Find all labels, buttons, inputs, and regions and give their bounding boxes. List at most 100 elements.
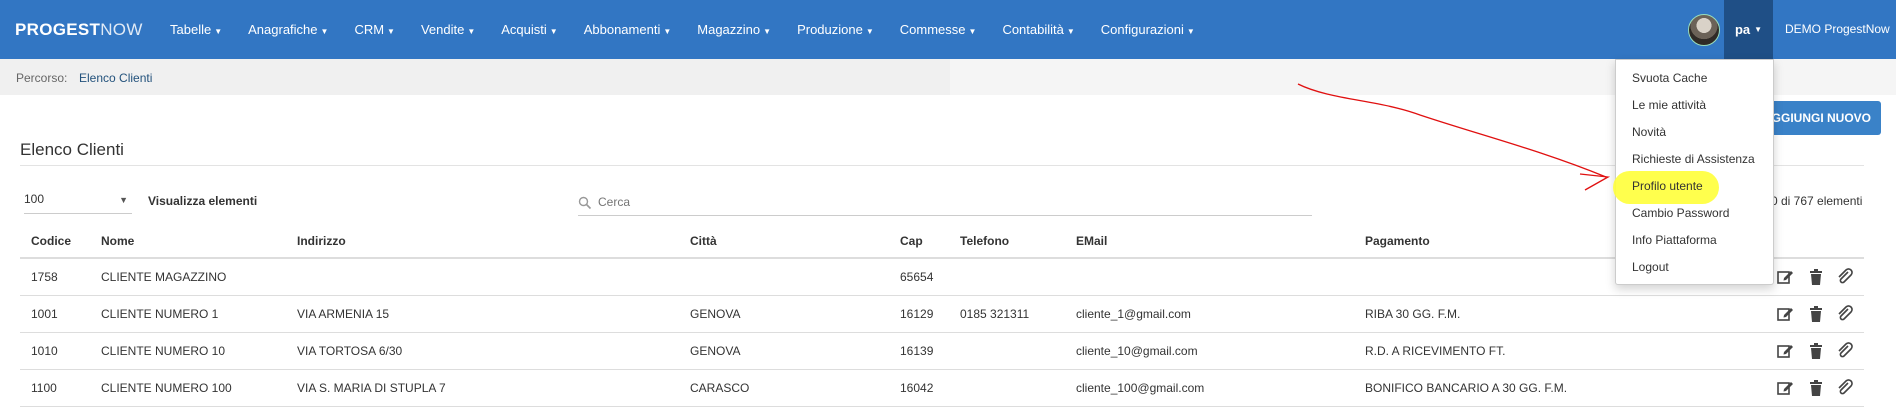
results-count: 0 di 767 elementi (1771, 194, 1863, 208)
trash-icon[interactable] (1807, 342, 1825, 360)
paperclip-icon[interactable] (1836, 305, 1854, 323)
cell-indirizzo: VIA TORTOSA 6/30 (297, 344, 403, 358)
paperclip-icon[interactable] (1836, 268, 1854, 286)
caret-down-icon: ▼ (968, 27, 977, 36)
paperclip-icon[interactable] (1836, 342, 1854, 360)
menu-configurazioni[interactable]: Configurazioni ▼ (1101, 22, 1195, 37)
caret-down-icon: ▼ (214, 27, 223, 36)
menu-magazzino[interactable]: Magazzino ▼ (697, 22, 771, 37)
cell-pagamento: BONIFICO BANCARIO A 30 GG. F.M. (1365, 381, 1568, 395)
paperclip-icon[interactable] (1836, 379, 1854, 397)
cell-citta: GENOVA (690, 307, 741, 321)
col-cap[interactable]: Cap (900, 234, 923, 248)
menu-item-novita[interactable]: Novità (1632, 125, 1666, 139)
cell-indirizzo: VIA S. MARIA DI STUPLA 7 (297, 381, 446, 395)
col-telefono[interactable]: Telefono (960, 234, 1009, 248)
brand-name-light: NOW (100, 20, 143, 39)
trash-icon[interactable] (1807, 268, 1825, 286)
menu-label: CRM (354, 22, 385, 37)
brand-logo[interactable]: PROGESTNOW (15, 20, 143, 40)
menu-label: Tabelle (170, 22, 212, 37)
menu-crm[interactable]: CRM ▼ (354, 22, 395, 37)
caret-down-icon: ▼ (1066, 27, 1075, 36)
page-title: Elenco Clienti (20, 140, 124, 159)
menu-item-svuota-cache[interactable]: Svuota Cache (1632, 71, 1707, 85)
search-box (578, 192, 1312, 216)
cell-codice: 1758 (31, 270, 58, 284)
cell-cap: 16042 (900, 381, 934, 395)
user-menu-toggle[interactable]: pa ▼ (1724, 0, 1773, 59)
breadcrumb: Percorso: Elenco Clienti (0, 59, 1896, 95)
top-navbar: PROGESTNOW Tabelle ▼ Anagrafiche ▼ CRM ▼ Ve… (0, 0, 1896, 59)
menu-label: Contabilità (1002, 22, 1064, 37)
cell-cap: 16129 (900, 307, 934, 321)
caret-down-icon: ▼ (1186, 27, 1195, 36)
caret-down-icon: ▼ (119, 195, 128, 205)
table-row[interactable]: 1100 CLIENTE NUMERO 100 VIA S. MARIA DI … (20, 370, 1864, 407)
user-name: pa (1734, 22, 1751, 37)
cell-nome: CLIENTE NUMERO 1 (101, 307, 219, 321)
menu-item-info-piattaforma[interactable]: Info Piattaforma (1632, 233, 1717, 247)
trash-icon[interactable] (1807, 305, 1825, 323)
menu-contabilita[interactable]: Contabilità ▼ (1002, 22, 1074, 37)
trash-icon[interactable] (1807, 379, 1825, 397)
add-new-label: AGGIUNGI NUOVO (1763, 111, 1872, 125)
menu-abbonamenti[interactable]: Abbonamenti ▼ (584, 22, 672, 37)
brand-name-bold: PROGEST (15, 20, 101, 39)
col-indirizzo[interactable]: Indirizzo (297, 234, 346, 248)
caret-down-icon: ▼ (320, 27, 329, 36)
menu-label: Vendite (420, 22, 465, 37)
menu-label: Produzione (797, 22, 863, 37)
menu-commesse[interactable]: Commesse ▼ (900, 22, 977, 37)
col-codice[interactable]: Codice (31, 234, 71, 248)
table-row[interactable]: 1001 CLIENTE NUMERO 1 VIA ARMENIA 15 GEN… (20, 296, 1864, 333)
search-icon (578, 196, 592, 210)
menu-tabelle[interactable]: Tabelle ▼ (170, 22, 222, 37)
cell-citta: CARASCO (690, 381, 750, 395)
caret-down-icon: ▼ (1754, 25, 1763, 34)
page-size-label: Visualizza elementi (148, 194, 258, 208)
search-input[interactable] (598, 195, 1298, 209)
menu-produzione[interactable]: Produzione ▼ (797, 22, 874, 37)
cell-indirizzo: VIA ARMENIA 15 (297, 307, 390, 321)
edit-icon[interactable] (1776, 268, 1794, 286)
table-header: Codice Nome Indirizzo Città Cap Telefono… (20, 225, 1864, 259)
col-nome[interactable]: Nome (101, 234, 134, 248)
menu-anagrafiche[interactable]: Anagrafiche ▼ (248, 22, 328, 37)
cell-email: cliente_100@gmail.com (1076, 381, 1205, 395)
cell-codice: 1001 (31, 307, 58, 321)
cell-cap: 65654 (900, 270, 934, 284)
table-row[interactable]: 1010 CLIENTE NUMERO 10 VIA TORTOSA 6/30 … (20, 333, 1864, 370)
caret-down-icon: ▼ (763, 27, 772, 36)
menu-label: Configurazioni (1100, 22, 1184, 37)
menu-label: Anagrafiche (248, 22, 318, 37)
menu-label: Magazzino (697, 22, 761, 37)
col-email[interactable]: EMail (1076, 234, 1107, 248)
edit-icon[interactable] (1776, 342, 1794, 360)
caret-down-icon: ▼ (865, 27, 874, 36)
caret-down-icon: ▼ (663, 27, 672, 36)
company-name[interactable]: DEMO ProgestNow (1785, 22, 1890, 36)
col-pagamento[interactable]: Pagamento (1365, 234, 1430, 248)
breadcrumb-current[interactable]: Elenco Clienti (79, 71, 152, 85)
menu-vendite[interactable]: Vendite ▼ (421, 22, 475, 37)
cell-email: cliente_1@gmail.com (1076, 307, 1191, 321)
title-divider (20, 165, 1864, 166)
cell-nome: CLIENTE NUMERO 10 (101, 344, 226, 358)
menu-item-le-mie-attivita[interactable]: Le mie attività (1632, 98, 1706, 112)
menu-item-logout[interactable]: Logout (1632, 260, 1669, 274)
breadcrumb-label: Percorso: (16, 71, 68, 85)
user-avatar[interactable] (1688, 14, 1720, 46)
menu-label: Acquisti (501, 22, 547, 37)
menu-item-richieste-assistenza[interactable]: Richieste di Assistenza (1632, 152, 1755, 166)
col-citta[interactable]: Città (690, 234, 717, 248)
menu-acquisti[interactable]: Acquisti ▼ (501, 22, 557, 37)
table-row[interactable]: 1758 CLIENTE MAGAZZINO 65654 (20, 259, 1864, 296)
page-size-select[interactable]: 100 ▼ (24, 192, 132, 214)
menu-item-cambio-password[interactable]: Cambio Password (1632, 206, 1729, 220)
menu-item-profilo-utente[interactable]: Profilo utente (1632, 179, 1703, 193)
menu-label: Commesse (899, 22, 966, 37)
main-menu: Tabelle ▼ Anagrafiche ▼ CRM ▼ Vendite ▼ Acqu… (170, 0, 1221, 59)
edit-icon[interactable] (1776, 305, 1794, 323)
edit-icon[interactable] (1776, 379, 1794, 397)
